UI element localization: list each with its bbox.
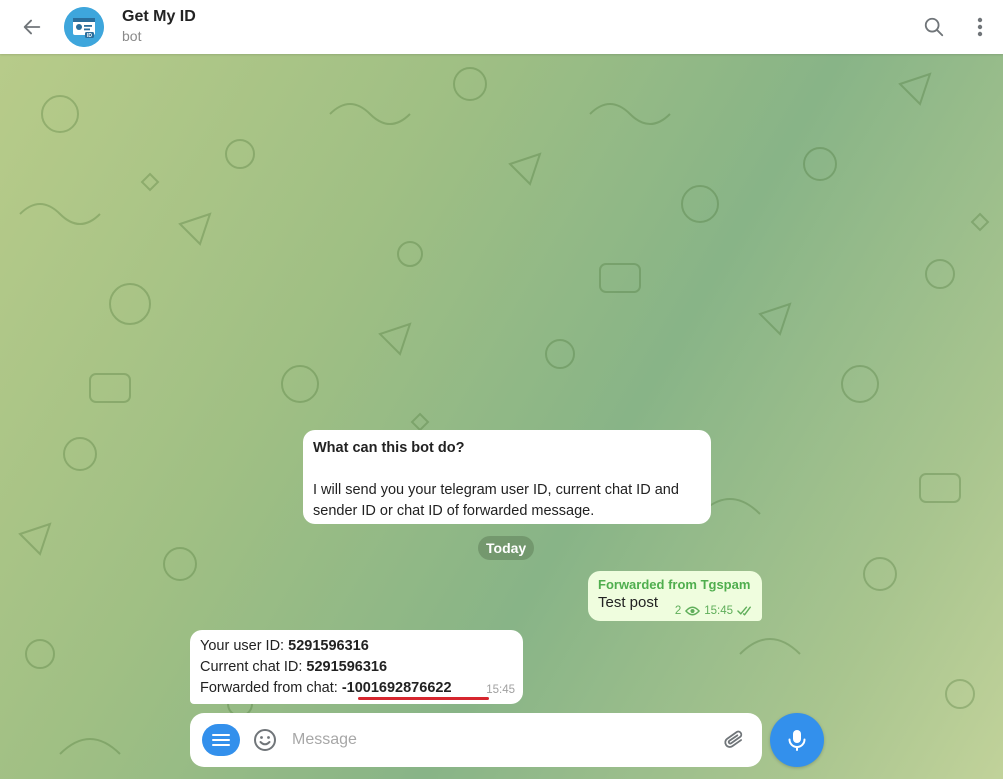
attach-button[interactable]	[722, 727, 748, 753]
forwarded-chat-label: Forwarded from chat:	[200, 680, 338, 696]
paperclip-icon	[724, 730, 743, 748]
date-separator[interactable]: Today	[478, 536, 535, 560]
user-id-line: Your user ID: 5291596316	[200, 636, 513, 657]
bot-info-title: What can this bot do?	[313, 440, 465, 456]
chat-title[interactable]: Get My ID	[122, 8, 196, 26]
message-time: 15:45	[486, 684, 515, 696]
eye-icon	[685, 606, 701, 616]
view-count: 2	[674, 605, 682, 617]
bot-info-card: What can this bot do? I will send you yo…	[303, 430, 711, 524]
chat-id-line: Current chat ID: 5291596316	[200, 657, 513, 678]
svg-text:ID: ID	[87, 33, 92, 39]
search-icon	[924, 17, 944, 37]
chat-header: ID Get My ID bot	[0, 0, 1003, 54]
message-time: 15:45	[704, 605, 733, 617]
menu-icon	[212, 734, 230, 746]
incoming-message[interactable]: Your user ID: 5291596316 Current chat ID…	[190, 630, 523, 704]
id-card-icon: ID	[64, 7, 104, 47]
forwarded-chat-id-value: -1001692876622	[341, 680, 452, 696]
emoji-button[interactable]	[252, 727, 278, 753]
user-id-value: 5291596316	[288, 638, 369, 654]
chat-subtitle: bot	[122, 28, 142, 44]
chat-id-label: Current chat ID:	[200, 659, 303, 675]
arrow-left-icon	[23, 19, 41, 35]
message-input[interactable]	[292, 727, 712, 753]
bot-menu-button[interactable]	[202, 724, 240, 756]
message-composer	[190, 713, 762, 767]
more-menu-button[interactable]	[966, 11, 994, 43]
microphone-icon	[788, 730, 806, 751]
forwarded-from-label[interactable]: Forwarded from Tgspam	[598, 576, 752, 593]
bot-info-text: I will send you your telegram user ID, c…	[313, 482, 679, 519]
double-check-icon	[737, 606, 751, 616]
red-underline-annotation	[358, 697, 489, 700]
outgoing-message[interactable]: Forwarded from Tgspam Test post 2 15:45	[588, 571, 762, 621]
chat-id-value: 5291596316	[306, 659, 388, 675]
more-vertical-icon	[977, 17, 983, 37]
back-button[interactable]	[16, 11, 48, 43]
bot-avatar[interactable]: ID	[64, 7, 104, 47]
voice-record-button[interactable]	[770, 713, 824, 767]
search-button[interactable]	[918, 11, 950, 43]
message-meta: 2 15:45	[675, 605, 754, 617]
smile-icon	[254, 729, 276, 751]
user-id-label: Your user ID:	[200, 638, 285, 654]
forwarded-chat-line: Forwarded from chat: -1001692876622	[200, 678, 513, 699]
